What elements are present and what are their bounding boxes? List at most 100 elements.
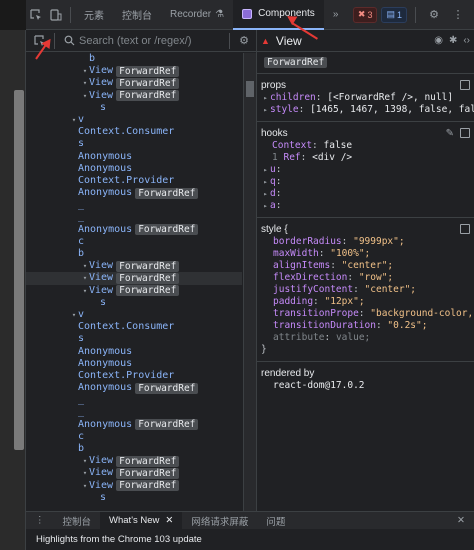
tree-node[interactable]: ▾ View ForwardRef [26, 65, 242, 77]
tree-node[interactable]: b [26, 248, 242, 260]
style-value[interactable]: "center"; [365, 284, 416, 295]
hook-value[interactable]: false [324, 140, 353, 151]
tree-node[interactable]: ▾ v [26, 114, 242, 126]
error-count-badge[interactable]: ✖ 3 [352, 6, 378, 23]
page-scrollbar[interactable] [14, 90, 24, 450]
style-value[interactable]: "center"; [342, 260, 393, 271]
style-row[interactable]: alignItems: "center"; [261, 260, 470, 272]
tree-node[interactable]: Anonymous [26, 346, 242, 358]
tree-node[interactable]: ▾ View ForwardRef [26, 285, 242, 297]
tree-node[interactable]: ▾ View ForwardRef [26, 77, 242, 89]
tree-node[interactable]: s [26, 138, 242, 150]
tree-toggle-icon[interactable]: ▾ [81, 467, 89, 479]
tree-toggle-icon[interactable]: ▾ [70, 114, 78, 126]
style-row[interactable]: padding: "12px"; [261, 296, 470, 308]
prop-row[interactable]: ▸style: [1465, 1467, 1398, false, false,… [261, 104, 474, 116]
wand-icon[interactable]: ✎ [446, 128, 454, 139]
expand-arrow-icon[interactable]: ▸ [261, 176, 270, 188]
hook-row[interactable]: ▸ d: [261, 188, 470, 200]
gear-icon[interactable]: ⚙ [424, 5, 444, 25]
style-value[interactable]: "9999px"; [353, 236, 404, 247]
tree-node[interactable]: s [26, 333, 242, 345]
style-row[interactable]: attribute: value; [261, 332, 470, 344]
bug-icon[interactable]: ✱ [449, 35, 457, 46]
tree-toggle-icon[interactable]: ▾ [81, 480, 89, 492]
expand-arrow-icon[interactable]: ▸ [261, 200, 270, 212]
tab-components[interactable]: Components [233, 0, 324, 30]
tree-node[interactable]: Anonymous [26, 163, 242, 175]
tab-console[interactable]: 控制台 [113, 0, 161, 30]
tree-node[interactable]: ▾ v [26, 309, 242, 321]
tree-node[interactable]: s [26, 102, 242, 114]
tree-node[interactable]: ▾ View ForwardRef [26, 272, 242, 285]
style-row[interactable]: borderRadius: "9999px"; [261, 236, 470, 248]
prop-row[interactable]: ▸ children: [<ForwardRef />, null] [261, 92, 470, 104]
drawer-tab-console[interactable]: 控制台 [54, 512, 101, 530]
more-tabs-button[interactable]: » [324, 0, 348, 30]
tab-recorder[interactable]: Recorder ⚗ [161, 0, 233, 30]
tree-toggle-icon[interactable]: ▾ [81, 285, 89, 297]
tree-node[interactable]: s [26, 492, 242, 504]
expand-arrow-icon[interactable]: ▸ [261, 188, 270, 200]
tree-toggle-icon[interactable]: ▾ [81, 77, 89, 89]
tree-node[interactable]: Context.Provider [26, 370, 242, 382]
tree-node[interactable]: ▾ View ForwardRef [26, 90, 242, 102]
tree-scrollbar[interactable] [243, 53, 256, 511]
tree-node[interactable]: c [26, 236, 242, 248]
tree-node[interactable]: Context.Consumer [26, 126, 242, 138]
hook-row[interactable]: ▸ a: [261, 200, 470, 212]
tree-node[interactable]: Anonymous [26, 358, 242, 370]
tree-scrollbar-thumb[interactable] [246, 81, 254, 97]
style-row[interactable]: flexDirection: "row"; [261, 272, 470, 284]
style-row[interactable]: transitionPrope: "background-color, box-… [261, 308, 474, 320]
style-row[interactable]: justifyContent: "center"; [261, 284, 470, 296]
kebab-menu-icon[interactable]: ⋮ [448, 5, 468, 25]
copy-icon[interactable] [460, 80, 470, 90]
style-row[interactable]: maxWidth: "100%"; [261, 248, 470, 260]
tree-node[interactable]: Context.Provider [26, 175, 242, 187]
tree-node[interactable]: s [26, 297, 242, 309]
tree-node[interactable]: Anonymous ForwardRef [26, 382, 242, 394]
tree-node[interactable]: _ [26, 406, 242, 418]
search-input[interactable] [79, 34, 225, 47]
drawer-close-icon[interactable]: ✕ [448, 512, 474, 530]
tree-node[interactable]: ▾ View ForwardRef [26, 455, 242, 467]
tree-node[interactable]: ▾ View ForwardRef [26, 260, 242, 272]
hook-row[interactable]: ▸ u: [261, 164, 470, 176]
tree-node[interactable]: _ [26, 199, 242, 211]
hook-row[interactable]: ▸ q: [261, 176, 470, 188]
drawer-tab-whats-new[interactable]: What's New ✕ [100, 511, 183, 530]
eye-icon[interactable]: ◉ [434, 35, 443, 46]
tree-toggle-icon[interactable]: ▾ [81, 260, 89, 272]
style-value[interactable]: "0.2s"; [387, 320, 427, 331]
style-value[interactable]: value; [336, 332, 370, 343]
expand-arrow-icon[interactable]: ▸ [261, 164, 270, 176]
tree-node[interactable]: _ [26, 394, 242, 406]
drawer-menu-icon[interactable]: ⋮ [26, 512, 54, 530]
tree-node[interactable]: _ [26, 211, 242, 223]
tree-toggle-icon[interactable]: ▾ [81, 65, 89, 77]
close-icon[interactable]: ✕ [165, 515, 173, 526]
tree-node[interactable]: Anonymous [26, 151, 242, 163]
copy-icon[interactable] [460, 128, 470, 138]
expand-arrow-icon[interactable]: ▸ [261, 104, 270, 116]
tree-node[interactable]: b [26, 53, 242, 65]
message-count-badge[interactable]: ▤ 1 [381, 6, 407, 23]
copy-icon[interactable] [460, 224, 470, 234]
style-value[interactable]: "background-color, box-sha [370, 308, 474, 319]
tab-elements[interactable]: 元素 [75, 0, 113, 30]
tree-node[interactable]: ▾ View ForwardRef [26, 467, 242, 479]
style-value[interactable]: "12px"; [325, 296, 365, 307]
drawer-tab-issues[interactable]: 问题 [257, 512, 294, 530]
settings-gear-icon[interactable]: ⚙ [234, 31, 254, 51]
style-row[interactable]: transitionDuration: "0.2s"; [261, 320, 470, 332]
style-value[interactable]: "row"; [359, 272, 393, 283]
tree-toggle-icon[interactable]: ▾ [81, 455, 89, 467]
tree-node[interactable]: Anonymous ForwardRef [26, 419, 242, 431]
device-toolbar-icon[interactable] [46, 5, 66, 25]
tree-node[interactable]: Context.Consumer [26, 321, 242, 333]
code-icon[interactable]: ‹› [463, 35, 470, 46]
tree-toggle-icon[interactable]: ▾ [81, 272, 89, 284]
tree-toggle-icon[interactable]: ▾ [81, 90, 89, 102]
tree-node[interactable]: Anonymous ForwardRef [26, 224, 242, 236]
